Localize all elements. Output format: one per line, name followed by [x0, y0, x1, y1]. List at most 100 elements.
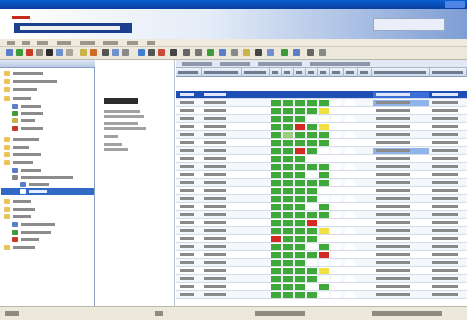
- toolbar-button[interactable]: [293, 49, 300, 56]
- table-row[interactable]: [176, 243, 467, 251]
- table-row[interactable]: [176, 99, 467, 107]
- table-row[interactable]: [176, 251, 467, 259]
- grid-toolbar-control[interactable]: [310, 62, 370, 66]
- table-row[interactable]: [176, 123, 467, 131]
- column-header[interactable]: [430, 68, 467, 77]
- table-row[interactable]: [176, 91, 467, 99]
- table-row[interactable]: [176, 283, 467, 291]
- nav-item[interactable]: [4, 245, 92, 250]
- column-header[interactable]: [358, 68, 372, 77]
- nav-item[interactable]: [12, 111, 92, 116]
- nav-item[interactable]: [12, 168, 92, 173]
- toolbar-button[interactable]: [231, 49, 238, 56]
- nav-item[interactable]: [4, 137, 92, 142]
- table-row[interactable]: [176, 195, 467, 203]
- grid-toolbar-control[interactable]: [182, 62, 212, 66]
- table-row[interactable]: [176, 187, 467, 195]
- table-row[interactable]: [176, 275, 467, 283]
- nav-item[interactable]: [12, 104, 92, 109]
- table-row[interactable]: [176, 163, 467, 171]
- menu-item[interactable]: [7, 41, 15, 45]
- table-row[interactable]: [176, 179, 467, 187]
- nav-item[interactable]: [12, 126, 92, 131]
- nav-item[interactable]: [4, 79, 92, 84]
- toolbar-button[interactable]: [207, 49, 214, 56]
- nav-item[interactable]: [4, 207, 92, 212]
- menu-item[interactable]: [147, 41, 155, 45]
- nav-item[interactable]: [12, 237, 92, 242]
- toolbar-button[interactable]: [148, 49, 155, 56]
- table-row[interactable]: [176, 147, 467, 155]
- toolbar-button[interactable]: [183, 49, 190, 56]
- toolbar-button[interactable]: [66, 49, 73, 56]
- grid-toolbar-control[interactable]: [220, 62, 250, 66]
- table-row[interactable]: [176, 203, 467, 211]
- toolbar-button[interactable]: [90, 49, 97, 56]
- table-row[interactable]: [176, 139, 467, 147]
- toolbar-button[interactable]: [16, 49, 23, 56]
- column-header[interactable]: [318, 68, 330, 77]
- toolbar-button[interactable]: [102, 49, 109, 56]
- table-row[interactable]: [176, 259, 467, 267]
- toolbar-button[interactable]: [36, 49, 43, 56]
- toolbar-button[interactable]: [319, 49, 326, 56]
- nav-item[interactable]: [4, 145, 92, 150]
- toolbar-button[interactable]: [243, 49, 250, 56]
- nav-item[interactable]: [12, 230, 92, 235]
- column-header[interactable]: [372, 68, 430, 77]
- table-row[interactable]: [176, 235, 467, 243]
- window-buttons[interactable]: [445, 1, 465, 8]
- nav-item[interactable]: [4, 199, 92, 204]
- nav-item[interactable]: [4, 71, 92, 76]
- nav-item[interactable]: [4, 160, 92, 165]
- toolbar-button[interactable]: [6, 49, 13, 56]
- column-header[interactable]: [294, 68, 306, 77]
- nav-item[interactable]: [12, 118, 92, 123]
- toolbar-button[interactable]: [219, 49, 226, 56]
- column-header[interactable]: [330, 68, 344, 77]
- toolbar-button[interactable]: [122, 49, 129, 56]
- toolbar-button[interactable]: [281, 49, 288, 56]
- menu-item[interactable]: [57, 41, 71, 45]
- nav-item[interactable]: [4, 214, 92, 219]
- column-header[interactable]: [176, 68, 202, 77]
- nav-item[interactable]: [12, 222, 92, 227]
- toolbar-button[interactable]: [170, 49, 177, 56]
- menu-item[interactable]: [80, 41, 95, 45]
- table-row[interactable]: [176, 155, 467, 163]
- column-header[interactable]: [306, 68, 318, 77]
- table-row[interactable]: [176, 171, 467, 179]
- column-header[interactable]: [344, 68, 358, 77]
- table-row[interactable]: [176, 227, 467, 235]
- toolbar-button[interactable]: [46, 49, 53, 56]
- table-row[interactable]: [176, 219, 467, 227]
- nav-item[interactable]: [12, 175, 92, 180]
- table-row[interactable]: [176, 291, 467, 299]
- nav-item[interactable]: [4, 87, 92, 92]
- toolbar-button[interactable]: [56, 49, 63, 56]
- toolbar-button[interactable]: [307, 49, 314, 56]
- table-row[interactable]: [176, 107, 467, 115]
- column-header[interactable]: [282, 68, 294, 77]
- nav-item[interactable]: [4, 96, 92, 101]
- grid-toolbar-control[interactable]: [258, 62, 302, 66]
- toolbar-button[interactable]: [26, 49, 33, 56]
- table-row[interactable]: [176, 131, 467, 139]
- menu-item[interactable]: [22, 41, 30, 45]
- menu-item[interactable]: [127, 41, 138, 45]
- menu-item[interactable]: [103, 41, 118, 45]
- nav-item[interactable]: [4, 152, 92, 157]
- column-header[interactable]: [242, 68, 270, 77]
- nav-item-selected[interactable]: [20, 189, 92, 194]
- table-row[interactable]: [176, 115, 467, 123]
- column-header[interactable]: [270, 68, 282, 77]
- toolbar-button[interactable]: [267, 49, 274, 56]
- toolbar-button[interactable]: [138, 49, 145, 56]
- menu-item[interactable]: [37, 41, 48, 45]
- toolbar-button[interactable]: [255, 49, 262, 56]
- nav-item[interactable]: [20, 182, 92, 187]
- toolbar-button[interactable]: [112, 49, 119, 56]
- table-row[interactable]: [176, 211, 467, 219]
- toolbar-button[interactable]: [158, 49, 165, 56]
- toolbar-button[interactable]: [80, 49, 87, 56]
